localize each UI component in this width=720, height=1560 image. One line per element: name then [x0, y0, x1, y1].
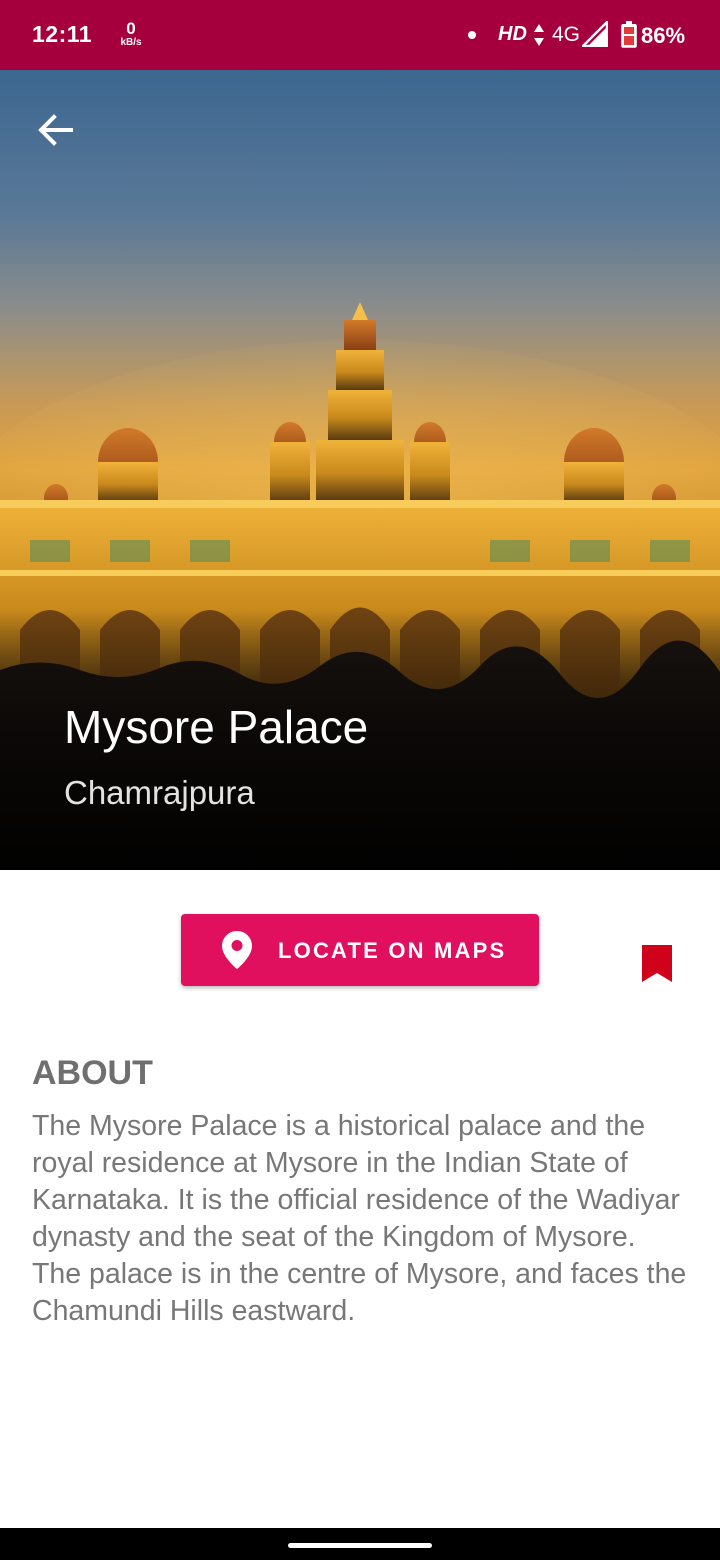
battery-percent: 86%: [641, 23, 686, 48]
bookmark-icon[interactable]: [634, 938, 680, 990]
notification-dot-icon: [468, 31, 476, 39]
status-bar: 12:11 0 kB/s HD 4G 86%: [0, 0, 720, 70]
status-time: 12:11: [32, 21, 93, 47]
signal-strength-icon: [582, 21, 608, 47]
locate-on-maps-label: LOCATE ON MAPS: [278, 938, 507, 963]
network-type-label: 4G: [552, 23, 581, 46]
place-title: Mysore Palace: [64, 701, 369, 753]
map-pin-icon: [222, 931, 252, 969]
about-heading: ABOUT: [32, 1054, 153, 1092]
hd-voice-label: HD: [498, 23, 527, 45]
network-speed-value: 0: [126, 19, 136, 38]
place-location: Chamrajpura: [64, 774, 255, 811]
home-indicator[interactable]: [288, 1543, 432, 1548]
navigation-bar: [0, 1528, 720, 1560]
battery-icon: [621, 21, 637, 48]
network-speed-indicator: 0 kB/s: [116, 20, 146, 48]
back-arrow-icon[interactable]: [30, 104, 82, 156]
data-activity-icon: [534, 24, 544, 46]
about-description: The Mysore Palace is a historical palace…: [32, 1110, 687, 1327]
locate-on-maps-button[interactable]: LOCATE ON MAPS: [181, 914, 539, 986]
hero-image: Mysore Palace Chamrajpura: [0, 70, 720, 870]
network-speed-unit: kB/s: [120, 37, 142, 48]
